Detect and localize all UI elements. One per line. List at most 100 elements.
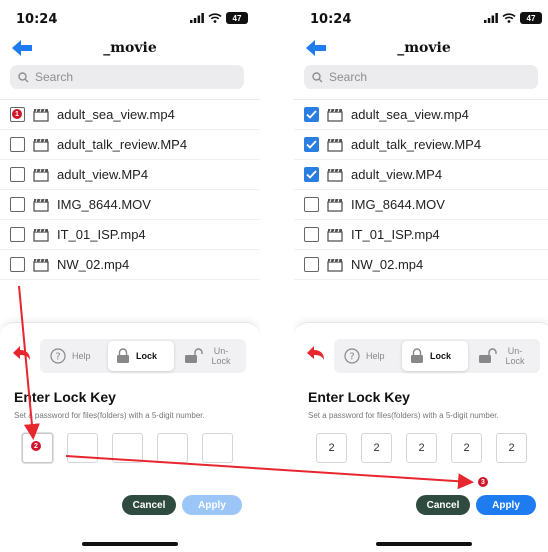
video-file-icon — [327, 228, 343, 242]
video-file-icon — [33, 228, 49, 242]
unlock-segment[interactable]: Un- Lock — [180, 341, 242, 371]
help-icon: ? — [50, 348, 66, 364]
file-checkbox[interactable] — [10, 197, 25, 212]
step-badge-3: 3 — [478, 477, 488, 487]
file-list: adult_sea_view.mp4 adult_talk_review.MP4… — [294, 99, 548, 280]
file-row[interactable]: adult_sea_view.mp4 — [0, 100, 260, 130]
undo-arrow-icon[interactable] — [306, 345, 326, 363]
lock-icon — [117, 348, 129, 363]
file-checkbox[interactable] — [10, 257, 25, 272]
wifi-icon — [502, 13, 516, 23]
svg-text:?: ? — [349, 352, 354, 363]
unlock-icon — [479, 348, 497, 363]
screen-after: 10:24 47 _movie Search adult_sea_view.mp… — [294, 0, 548, 552]
lock-segment[interactable]: Lock — [108, 341, 174, 371]
apply-button[interactable]: Apply — [182, 495, 242, 515]
file-checkbox[interactable] — [10, 167, 25, 182]
cancel-button[interactable]: Cancel — [122, 495, 176, 515]
lock-key-hint: Set a password for files(folders) with a… — [308, 411, 499, 420]
file-checkbox-checked[interactable] — [304, 167, 319, 182]
video-file-icon — [33, 168, 49, 182]
undo-arrow-icon[interactable] — [12, 345, 32, 363]
unlock-segment[interactable]: Un- Lock — [474, 341, 536, 371]
lock-label: Lock — [430, 351, 452, 361]
video-file-icon — [327, 108, 343, 122]
lock-mode-segmented-control: ? Help Lock Un- Lock — [334, 339, 540, 373]
digit-input[interactable]: 2 — [496, 433, 527, 463]
lock-sheet: ? Help Lock Un- Lock Enter Lock Key Set … — [294, 322, 548, 552]
apply-button[interactable]: Apply — [476, 495, 536, 515]
file-checkbox-checked[interactable] — [304, 107, 319, 122]
status-icons: 47 — [190, 12, 248, 24]
digit-input[interactable] — [67, 433, 98, 463]
file-row[interactable]: IMG_8644.MOV — [294, 190, 548, 220]
checkmark-icon — [306, 140, 317, 149]
file-name: adult_view.MP4 — [351, 167, 443, 182]
help-segment[interactable]: ? Help — [44, 341, 106, 371]
file-name: adult_talk_review.MP4 — [57, 137, 188, 152]
digit-inputs: 2 2 2 2 2 — [316, 433, 527, 463]
digit-input[interactable]: 2 — [406, 433, 437, 463]
file-row[interactable]: NW_02.mp4 — [0, 250, 260, 280]
video-file-icon — [33, 198, 49, 212]
lock-icon — [411, 348, 423, 363]
file-row[interactable]: IT_01_ISP.mp4 — [0, 220, 260, 250]
digit-input[interactable] — [112, 433, 143, 463]
file-row[interactable]: NW_02.mp4 — [294, 250, 548, 280]
status-time: 10:24 — [310, 12, 352, 27]
digit-input[interactable] — [157, 433, 188, 463]
help-label: Help — [72, 351, 91, 361]
help-segment[interactable]: ? Help — [338, 341, 400, 371]
file-row[interactable]: adult_talk_review.MP4 — [294, 130, 548, 160]
digit-input[interactable] — [202, 433, 233, 463]
svg-text:?: ? — [55, 352, 60, 363]
screen-before: 10:24 47 _movie Search adult_sea_view.mp… — [0, 0, 260, 552]
lock-segment[interactable]: Lock — [402, 341, 468, 371]
file-checkbox[interactable] — [10, 137, 25, 152]
checkmark-icon — [306, 170, 317, 179]
lock-key-hint: Set a password for files(folders) with a… — [14, 411, 205, 420]
file-checkbox-checked[interactable] — [304, 137, 319, 152]
step-badge-2: 2 — [31, 441, 41, 451]
digit-input[interactable]: 2 — [451, 433, 482, 463]
video-file-icon — [33, 258, 49, 272]
lock-label: Lock — [136, 351, 158, 361]
page-title: _movie — [397, 40, 451, 56]
digit-input[interactable]: 2 — [361, 433, 392, 463]
file-row[interactable]: adult_view.MP4 — [294, 160, 548, 190]
file-row[interactable]: IMG_8644.MOV — [0, 190, 260, 220]
nav-bar: _movie — [294, 38, 548, 62]
file-checkbox[interactable] — [304, 227, 319, 242]
home-indicator — [82, 542, 178, 546]
unlock-label: Un- Lock — [505, 346, 525, 366]
lock-mode-segmented-control: ? Help Lock Un- Lock — [40, 339, 246, 373]
help-icon: ? — [344, 348, 360, 364]
file-row[interactable]: adult_view.MP4 — [0, 160, 260, 190]
file-checkbox[interactable] — [304, 197, 319, 212]
help-label: Help — [366, 351, 385, 361]
lock-sheet: ? Help Lock Un- Lock Enter Lock Key Set … — [0, 322, 260, 552]
file-name: adult_talk_review.MP4 — [351, 137, 482, 152]
search-field[interactable]: Search — [10, 65, 244, 89]
search-icon — [18, 71, 29, 82]
search-field[interactable]: Search — [304, 65, 538, 89]
video-file-icon — [327, 258, 343, 272]
file-row[interactable]: IT_01_ISP.mp4 — [294, 220, 548, 250]
page-title: _movie — [103, 40, 157, 56]
file-row[interactable]: adult_sea_view.mp4 — [294, 100, 548, 130]
video-file-icon — [327, 138, 343, 152]
unlock-icon — [185, 348, 203, 363]
battery-icon: 47 — [226, 12, 248, 24]
cancel-button[interactable]: Cancel — [416, 495, 470, 515]
file-row[interactable]: adult_talk_review.MP4 — [0, 130, 260, 160]
lock-key-title: Enter Lock Key — [308, 389, 410, 405]
status-bar: 10:24 47 — [0, 0, 260, 40]
nav-bar: _movie — [0, 38, 260, 62]
search-placeholder: Search — [329, 70, 368, 84]
video-file-icon — [33, 108, 49, 122]
file-checkbox[interactable] — [10, 227, 25, 242]
file-name: IT_01_ISP.mp4 — [351, 227, 440, 242]
file-name: NW_02.mp4 — [351, 257, 424, 272]
file-checkbox[interactable] — [304, 257, 319, 272]
digit-input[interactable]: 2 — [316, 433, 347, 463]
